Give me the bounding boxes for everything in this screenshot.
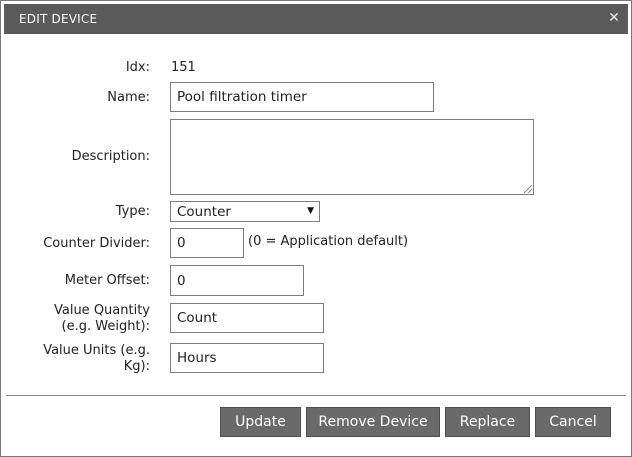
edit-device-dialog: EDIT DEVICE ✕ Idx: 151 Name: Pool filtra… [0,0,632,457]
type-select[interactable]: Counter ▼ [170,201,320,222]
meter-offset-label: Meter Offset: [64,273,150,288]
value-units-value: Hours [177,350,217,366]
close-icon[interactable]: ✕ [606,10,622,26]
meter-offset-field[interactable]: 0 [170,265,304,296]
remove-device-button[interactable]: Remove Device [306,407,440,437]
counter-divider-hint: (0 = Application default) [248,234,409,249]
value-quantity-label-line2: (e.g. Weight): [61,319,150,334]
idx-value: 151 [171,60,196,75]
dialog-title: EDIT DEVICE [19,12,98,26]
replace-button[interactable]: Replace [445,407,530,437]
update-button[interactable]: Update [220,407,301,437]
type-select-value: Counter [177,203,231,220]
name-field-value: Pool filtration timer [177,89,307,105]
meter-offset-value: 0 [177,272,186,289]
value-units-field[interactable]: Hours [170,343,324,373]
value-quantity-label-line1: Value Quantity [53,303,150,318]
name-field[interactable]: Pool filtration timer [170,82,434,112]
dialog-titlebar[interactable]: EDIT DEVICE ✕ [4,4,628,34]
value-units-label: Value Units (e.g. Kg): [43,343,150,375]
value-quantity-value: Count [177,310,218,326]
chevron-down-icon: ▼ [307,206,314,216]
name-label: Name: [107,90,150,105]
counter-divider-value: 0 [177,235,186,251]
counter-divider-field[interactable]: 0 [170,228,244,258]
description-label: Description: [71,149,150,164]
value-units-label-line2: Kg): [123,359,150,374]
description-textarea[interactable] [170,119,534,195]
cancel-button[interactable]: Cancel [535,407,611,437]
type-label: Type: [115,204,150,219]
value-units-label-line1: Value Units (e.g. [43,343,150,358]
idx-label: Idx: [125,60,150,75]
value-quantity-label: Value Quantity (e.g. Weight): [54,303,150,335]
counter-divider-label: Counter Divider: [43,236,150,251]
value-quantity-field[interactable]: Count [170,303,324,333]
footer-divider [6,395,626,396]
resize-handle-icon[interactable] [524,185,532,193]
